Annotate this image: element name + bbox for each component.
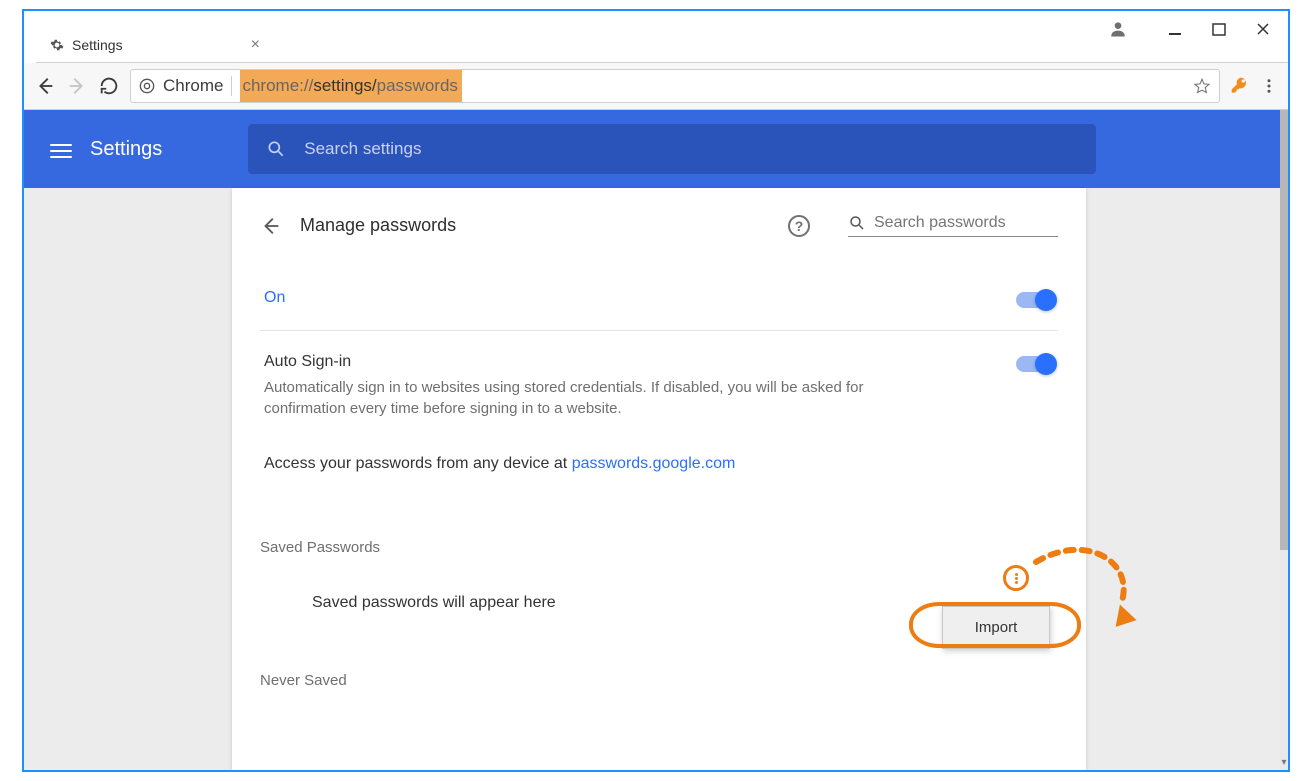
panel-title: Manage passwords bbox=[300, 215, 456, 236]
passwords-google-link[interactable]: passwords.google.com bbox=[572, 455, 736, 472]
back-icon[interactable] bbox=[34, 75, 56, 97]
search-icon bbox=[848, 214, 866, 232]
search-icon bbox=[266, 139, 286, 159]
saved-passwords-header: Saved Passwords bbox=[260, 539, 1058, 556]
help-icon[interactable]: ? bbox=[788, 215, 810, 237]
search-settings-input[interactable]: Search settings bbox=[248, 124, 1096, 174]
on-label: On bbox=[264, 289, 285, 307]
page-body: Manage passwords ? Search passwords On A… bbox=[24, 188, 1280, 770]
row-offer-save: On bbox=[260, 267, 1058, 331]
url-text: chrome://settings/passwords bbox=[240, 70, 461, 102]
scroll-down-icon[interactable]: ▾ bbox=[1280, 757, 1288, 769]
scrollbar-track[interactable] bbox=[1280, 110, 1288, 770]
bookmark-star-icon[interactable] bbox=[1193, 77, 1211, 95]
never-saved-header: Never Saved bbox=[260, 672, 1058, 689]
menu-dots-icon[interactable] bbox=[1260, 77, 1278, 95]
back-arrow-icon[interactable] bbox=[260, 215, 282, 237]
gear-icon bbox=[50, 38, 64, 52]
search-passwords-input[interactable]: Search passwords bbox=[848, 214, 1058, 237]
annotation-more-dots bbox=[1003, 565, 1029, 591]
reload-icon[interactable] bbox=[98, 75, 120, 97]
chrome-icon bbox=[139, 78, 155, 94]
tab-settings[interactable]: Settings × bbox=[40, 28, 270, 62]
row-auto-signin: Auto Sign-in Automatically sign in to we… bbox=[260, 331, 1058, 441]
browser-toolbar: Chrome chrome://settings/passwords bbox=[24, 63, 1288, 110]
key-icon[interactable] bbox=[1230, 76, 1250, 96]
toggle-auto-signin[interactable] bbox=[1016, 356, 1054, 372]
settings-title: Settings bbox=[90, 138, 162, 161]
tab-close-icon[interactable]: × bbox=[251, 36, 260, 54]
search-passwords-placeholder: Search passwords bbox=[874, 214, 1006, 232]
auto-signin-title: Auto Sign-in bbox=[264, 353, 904, 371]
search-placeholder: Search settings bbox=[304, 139, 421, 159]
auto-signin-desc: Automatically sign in to websites using … bbox=[264, 377, 904, 419]
separator bbox=[231, 76, 232, 96]
address-bar[interactable]: Chrome chrome://settings/passwords bbox=[130, 69, 1220, 103]
access-text: Access your passwords from any device at… bbox=[260, 441, 1058, 487]
tab-title: Settings bbox=[72, 37, 123, 53]
settings-header: Settings Search settings bbox=[24, 110, 1280, 188]
tab-strip: Settings × bbox=[36, 25, 1288, 63]
site-label: Chrome bbox=[163, 76, 223, 96]
import-menu-item[interactable]: Import bbox=[942, 606, 1050, 649]
panel-header: Manage passwords ? Search passwords bbox=[260, 214, 1058, 237]
annotation-arrowhead bbox=[1109, 601, 1136, 627]
hamburger-icon[interactable] bbox=[50, 140, 72, 158]
scrollbar-thumb[interactable] bbox=[1280, 110, 1288, 550]
toggle-offer-save[interactable] bbox=[1016, 292, 1054, 308]
passwords-panel: Manage passwords ? Search passwords On A… bbox=[232, 188, 1086, 770]
browser-window: Settings × Chrome chrome://settings/pass… bbox=[22, 9, 1290, 772]
forward-icon bbox=[66, 75, 88, 97]
